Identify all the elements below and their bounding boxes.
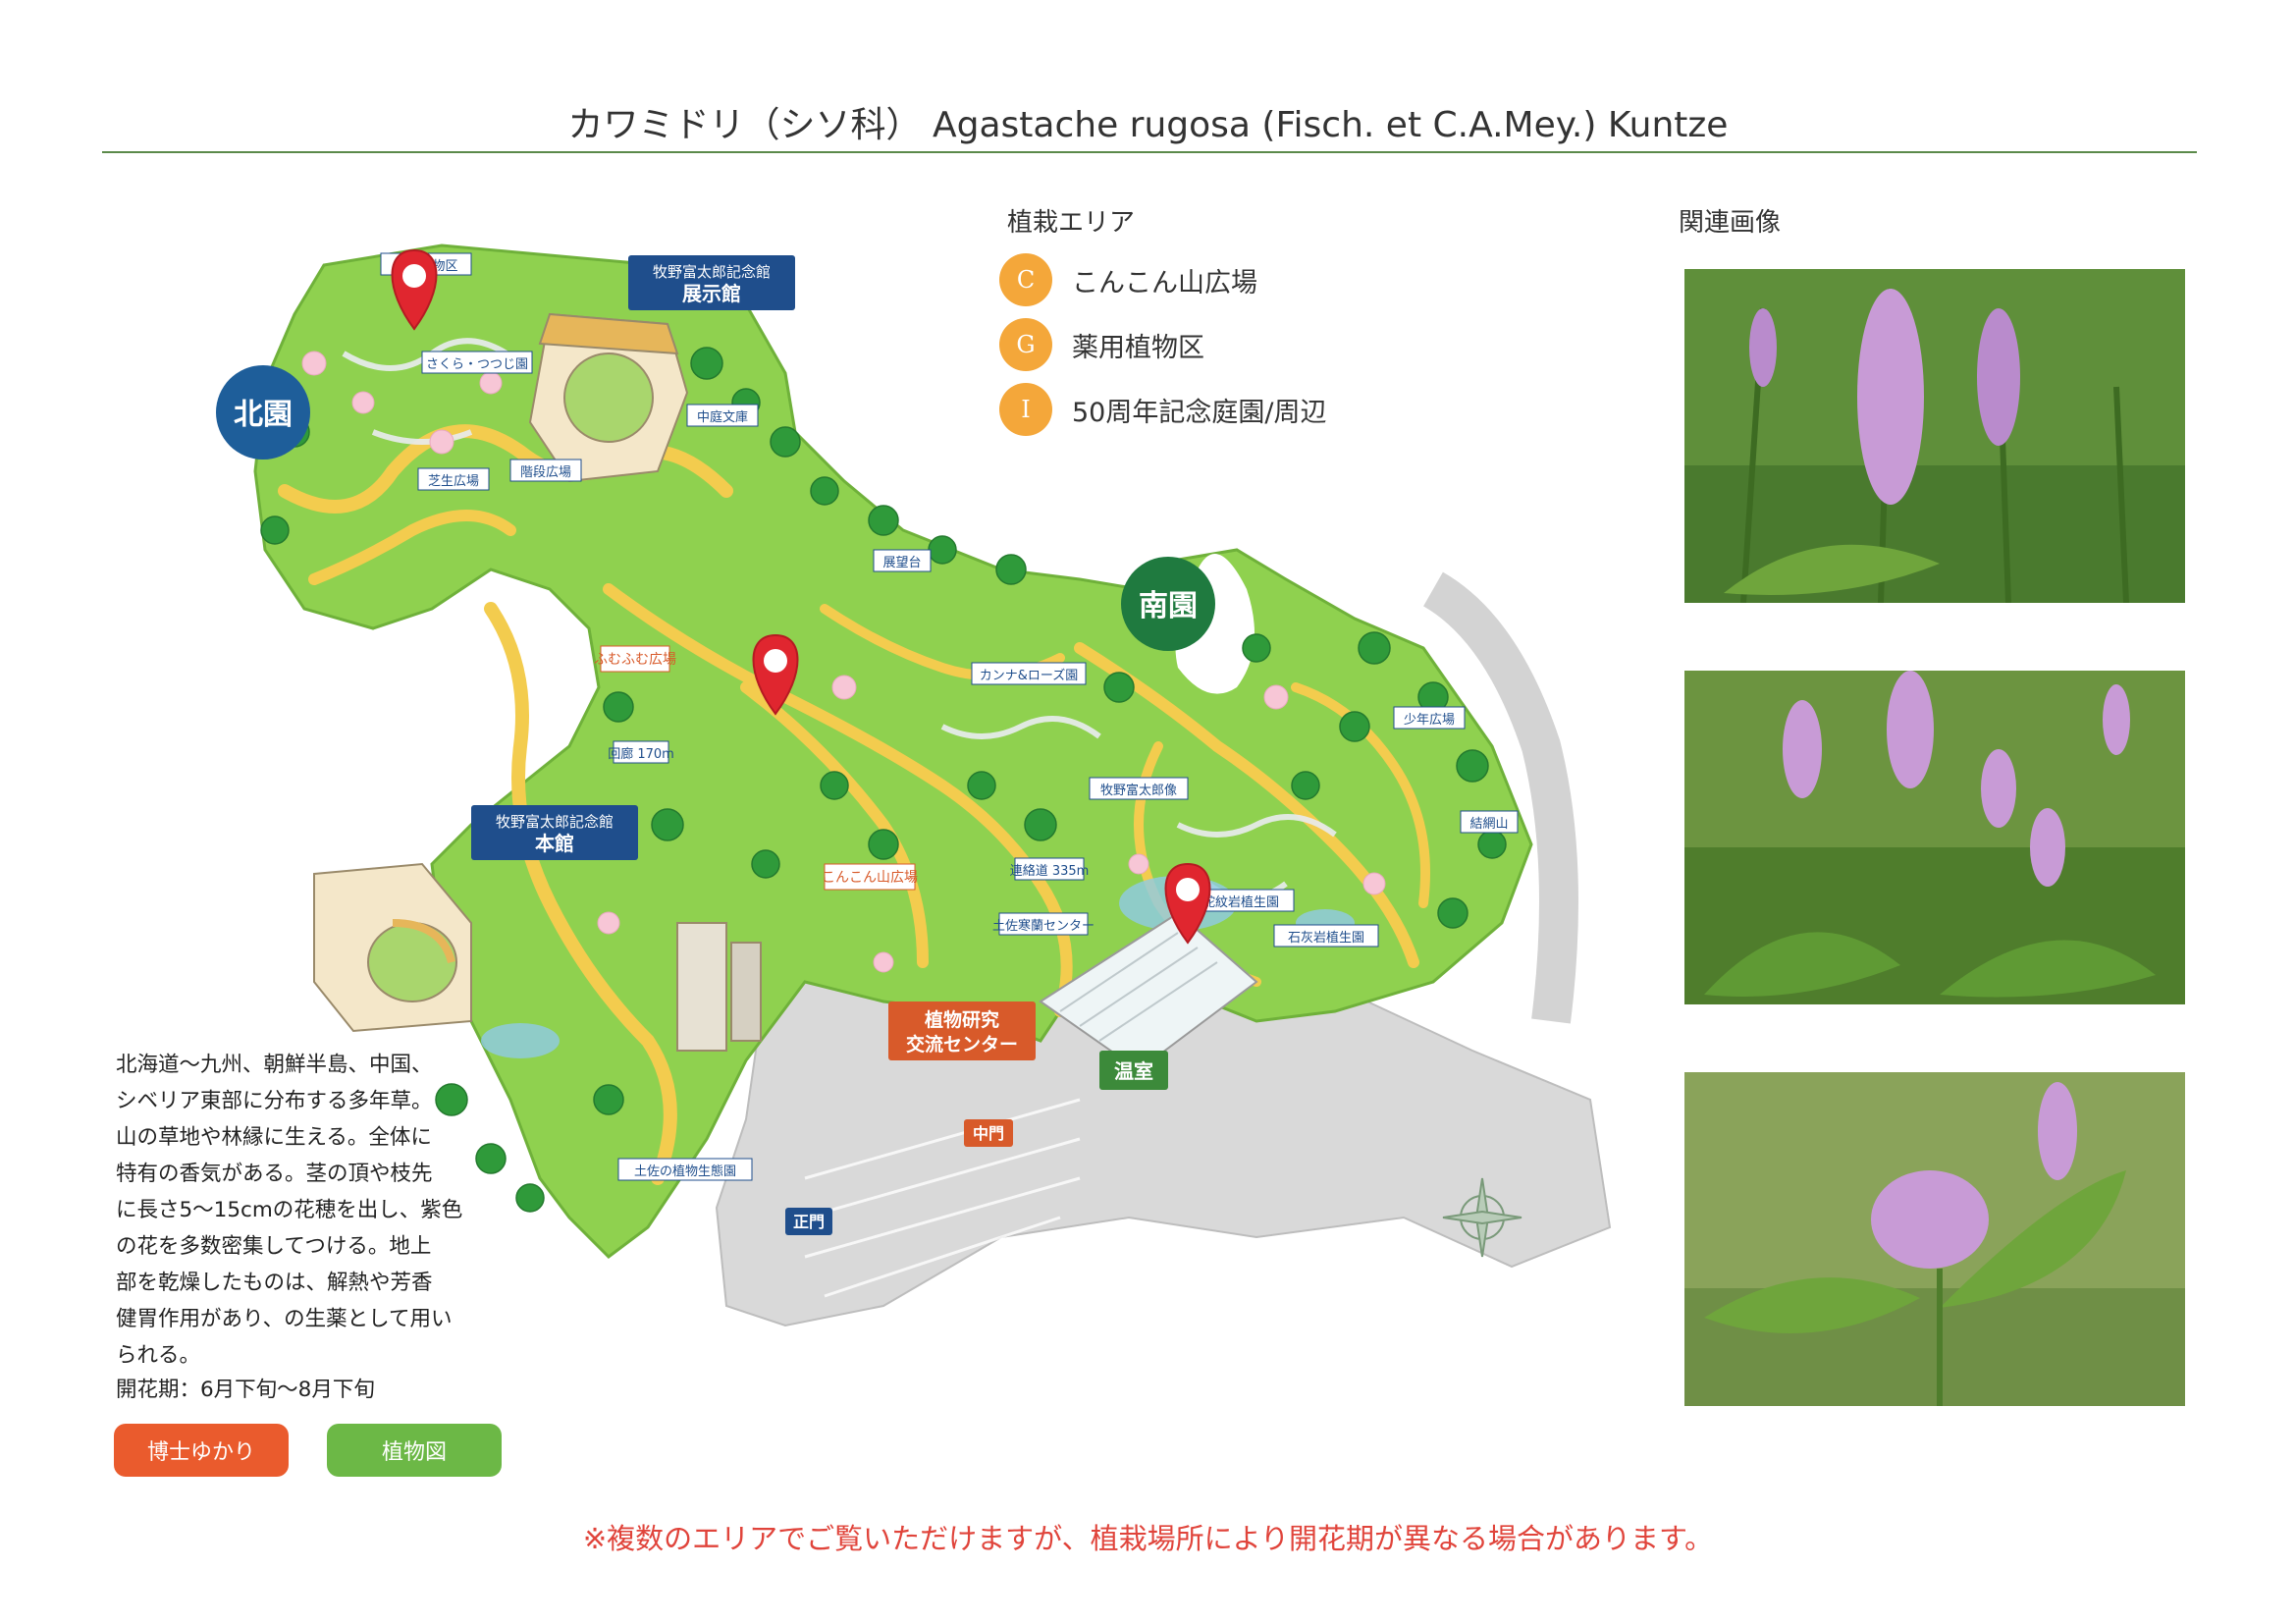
- sign-museum-main: 牧野富太郎記念館 本館: [471, 805, 638, 860]
- svg-text:正門: 正門: [793, 1213, 825, 1231]
- sign-greenhouse: 温室: [1099, 1051, 1168, 1090]
- exhibit-building: [528, 312, 689, 483]
- area-label: 薬用植物区: [1072, 332, 1204, 363]
- svg-text:植物研究: 植物研究: [925, 1008, 999, 1031]
- flower-photo-3[interactable]: [1684, 1072, 2185, 1406]
- area-code-badge: G: [999, 318, 1052, 371]
- svg-text:中門: 中門: [973, 1124, 1004, 1143]
- doctor-connection-button[interactable]: 博士ゆかり: [114, 1424, 289, 1477]
- label-statue: 牧野富太郎像: [1100, 783, 1177, 798]
- flower-photo-2[interactable]: [1684, 671, 2185, 1004]
- label-kairo: 回廊 170m: [608, 746, 674, 762]
- label-fumufumu: ふむふむ広場: [594, 652, 676, 668]
- svg-text:本館: 本館: [535, 832, 574, 855]
- north-garden-label: 北園: [234, 398, 293, 432]
- sign-research-center: 植物研究 交流センター: [888, 1001, 1036, 1060]
- label-konkon: こんこん山広場: [822, 870, 918, 886]
- area-code-badge: C: [999, 253, 1052, 306]
- area-label: 50周年記念庭園/周辺: [1072, 397, 1327, 428]
- sign-main-gate: 正門: [785, 1208, 832, 1235]
- sign-middle-gate: 中門: [964, 1119, 1013, 1147]
- area-code-badge: I: [999, 383, 1052, 436]
- label-jamon: 蛇紋岩植生園: [1202, 895, 1279, 910]
- label-shiba: 芝生広場: [428, 473, 479, 489]
- label-kaidan: 階段広場: [520, 465, 571, 480]
- planting-area-item-c[interactable]: C こんこん山広場: [999, 251, 1257, 308]
- flower-photo-1[interactable]: [1684, 269, 2185, 603]
- north-garden-badge: 北園: [216, 365, 310, 460]
- plant-description: 北海道〜九州、朝鮮半島、中国、 シベリア東部に分布する多年草。 山の草地や林縁に…: [116, 1053, 463, 1368]
- title-divider: [102, 151, 2197, 153]
- planting-area-item-g[interactable]: G 薬用植物区: [999, 316, 1204, 373]
- label-cannas: カンナ&ローズ園: [980, 668, 1079, 683]
- label-tosa-kanran: 土佐寒蘭センター: [992, 918, 1095, 934]
- svg-text:交流センター: 交流センター: [906, 1033, 1018, 1056]
- related-images-heading: 関連画像: [1679, 208, 1782, 238]
- south-garden-badge: 南園: [1121, 557, 1215, 651]
- svg-text:展示館: 展示館: [682, 282, 741, 305]
- sign-museum-exhibit: 牧野富太郎記念館 展示館: [628, 255, 795, 310]
- label-renraku: 連絡道 335m: [1010, 863, 1090, 879]
- south-garden-label: 南園: [1139, 589, 1198, 623]
- label-tenbodai: 展望台: [882, 555, 921, 570]
- planting-area-item-i[interactable]: I 50周年記念庭園/周辺: [999, 381, 1326, 438]
- area-label: こんこん山広場: [1072, 267, 1257, 298]
- label-shonen: 少年広場: [1404, 713, 1455, 728]
- page-title: カワミドリ（シソ科） Agastache rugosa (Fisch. et C…: [567, 105, 1729, 145]
- botanical-illustration-button[interactable]: 植物図: [327, 1424, 502, 1477]
- flowering-notice: ※複数のエリアでご覧いただけますが、植栽場所により開花期が異なる場合があります。: [582, 1522, 1714, 1555]
- label-tosa-ecology: 土佐の植物生態園: [634, 1164, 736, 1179]
- bloom-period: 開花期：6月下旬〜8月下旬: [116, 1378, 375, 1402]
- svg-text:牧野富太郎記念館: 牧野富太郎記念館: [653, 263, 771, 281]
- label-nakaniwa: 中庭文庫: [697, 409, 748, 425]
- label-sekkai: 石灰岩植生園: [1288, 931, 1364, 946]
- planting-area-heading: 植栽エリア: [1007, 208, 1136, 238]
- label-kekkai: 結網山: [1469, 817, 1508, 832]
- svg-text:温室: 温室: [1114, 1059, 1153, 1083]
- research-building: [676, 922, 762, 1052]
- label-sakura: さくら・つつじ園: [426, 357, 528, 372]
- svg-text:牧野富太郎記念館: 牧野富太郎記念館: [496, 813, 614, 831]
